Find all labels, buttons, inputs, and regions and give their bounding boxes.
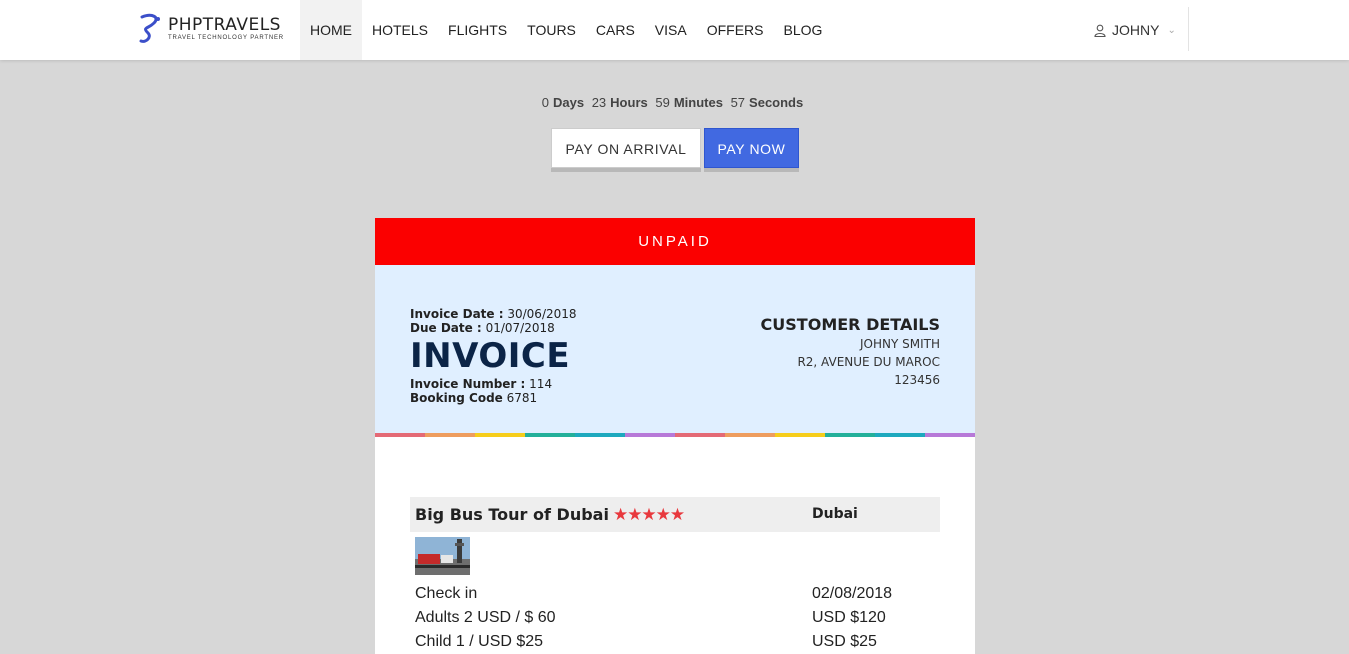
invoice-meta: Invoice Date : 30/06/2018 Due Date : 01/… xyxy=(410,307,577,405)
top-navbar: PHPTRAVELS TRAVEL TECHNOLOGY PARTNER HOM… xyxy=(0,0,1349,60)
payment-countdown: 0 Days 23 Hours 59 Minutes 57 Seconds xyxy=(0,95,1349,110)
header-divider xyxy=(1188,7,1189,51)
detail-value: USD $25 xyxy=(812,633,877,650)
customer-details: CUSTOMER DETAILS JOHNY SMITH R2, AVENUE … xyxy=(761,315,940,389)
stripe-segment xyxy=(375,433,425,437)
countdown-hours-label: Hours xyxy=(610,95,648,110)
stripe-segment xyxy=(625,433,675,437)
countdown-seconds-label: Seconds xyxy=(749,95,804,110)
customer-phone: 123456 xyxy=(894,373,940,387)
detail-row: Child 1 / USD $25 USD $25 xyxy=(415,630,935,654)
countdown-days-label: Days xyxy=(553,95,585,110)
star-rating-icon: ★★★★★ xyxy=(612,505,685,525)
tour-city: Dubai xyxy=(812,506,858,522)
pay-now-button[interactable]: PAY NOW xyxy=(704,128,799,168)
stripe-segment xyxy=(425,433,475,437)
tour-name-wrap: Big Bus Tour of Dubai ★★★★★ xyxy=(415,497,685,533)
detail-row: Adults 2 USD / $ 60 USD $120 xyxy=(415,606,935,630)
customer-details-heading: CUSTOMER DETAILS xyxy=(760,315,940,334)
countdown-minutes-label: Minutes xyxy=(673,95,723,110)
invoice-card: UNPAID Invoice Date : 30/06/2018 Due Dat… xyxy=(375,218,975,654)
invoice-number: 114 xyxy=(529,377,553,391)
logo-mark-icon xyxy=(139,13,160,43)
countdown-days: 0 xyxy=(541,95,549,110)
countdown-minutes: 59 xyxy=(655,95,670,110)
user-menu[interactable]: JOHNY ⌄ xyxy=(1094,20,1176,40)
stripe-segment xyxy=(475,433,525,437)
stripe-segment xyxy=(575,433,625,437)
stripe-segment xyxy=(675,433,725,437)
nav-tours[interactable]: TOURS xyxy=(517,0,586,60)
user-name: JOHNY xyxy=(1112,22,1160,38)
stripe-segment xyxy=(725,433,775,437)
tour-details: Check in 02/08/2018 Adults 2 USD / $ 60 … xyxy=(415,582,935,654)
booking-code-label: Booking Code xyxy=(410,391,503,405)
stripe-segment xyxy=(525,433,575,437)
detail-value: 02/08/2018 xyxy=(812,585,893,602)
nav-cars[interactable]: CARS xyxy=(586,0,645,60)
due-date-label: Due Date : xyxy=(410,321,482,335)
stripe-segment xyxy=(875,433,925,437)
detail-value: USD $120 xyxy=(812,609,886,626)
invoice-title: INVOICE xyxy=(410,336,571,376)
invoice-date: 30/06/2018 xyxy=(507,307,577,321)
countdown-seconds: 57 xyxy=(730,95,746,110)
detail-label: Check in xyxy=(415,585,478,602)
nav-flights[interactable]: FLIGHTS xyxy=(438,0,517,60)
invoice-date-label: Invoice Date : xyxy=(410,307,504,321)
customer-name: JOHNY SMITH xyxy=(860,337,940,351)
nav-hotels[interactable]: HOTELS xyxy=(362,0,438,60)
site-logo[interactable]: PHPTRAVELS TRAVEL TECHNOLOGY PARTNER xyxy=(138,13,288,47)
stripe-segment xyxy=(825,433,875,437)
due-date: 01/07/2018 xyxy=(485,321,555,335)
booking-code: 6781 xyxy=(506,391,538,405)
main-nav: HOME HOTELS FLIGHTS TOURS CARS VISA OFFE… xyxy=(300,0,832,60)
invoice-number-label: Invoice Number : xyxy=(410,377,526,391)
detail-label: Adults 2 USD / $ 60 xyxy=(415,609,556,626)
countdown-hours: 23 xyxy=(591,95,607,110)
tour-thumbnail-image xyxy=(415,537,470,575)
customer-address: R2, AVENUE DU MAROC xyxy=(797,355,940,369)
nav-blog[interactable]: BLOG xyxy=(773,0,832,60)
invoice-header: Invoice Date : 30/06/2018 Due Date : 01/… xyxy=(375,265,975,437)
stripe-segment xyxy=(925,433,975,437)
user-icon xyxy=(1094,24,1106,37)
chevron-down-icon: ⌄ xyxy=(1167,24,1176,36)
nav-offers[interactable]: OFFERS xyxy=(697,0,774,60)
logo-tagline: TRAVEL TECHNOLOGY PARTNER xyxy=(168,35,284,41)
pay-on-arrival-button[interactable]: PAY ON ARRIVAL xyxy=(551,128,701,168)
detail-label: Child 1 / USD $25 xyxy=(415,633,544,650)
invoice-status-banner: UNPAID xyxy=(375,218,975,265)
stripe-segment xyxy=(775,433,825,437)
detail-row: Check in 02/08/2018 xyxy=(415,582,935,606)
nav-visa[interactable]: VISA xyxy=(645,0,697,60)
tour-title-bar: Big Bus Tour of Dubai ★★★★★ Dubai xyxy=(410,497,940,532)
logo-text: PHPTRAVELS xyxy=(168,15,281,35)
tour-name: Big Bus Tour of Dubai xyxy=(415,505,609,524)
color-stripe xyxy=(375,433,975,437)
nav-home[interactable]: HOME xyxy=(300,0,362,60)
